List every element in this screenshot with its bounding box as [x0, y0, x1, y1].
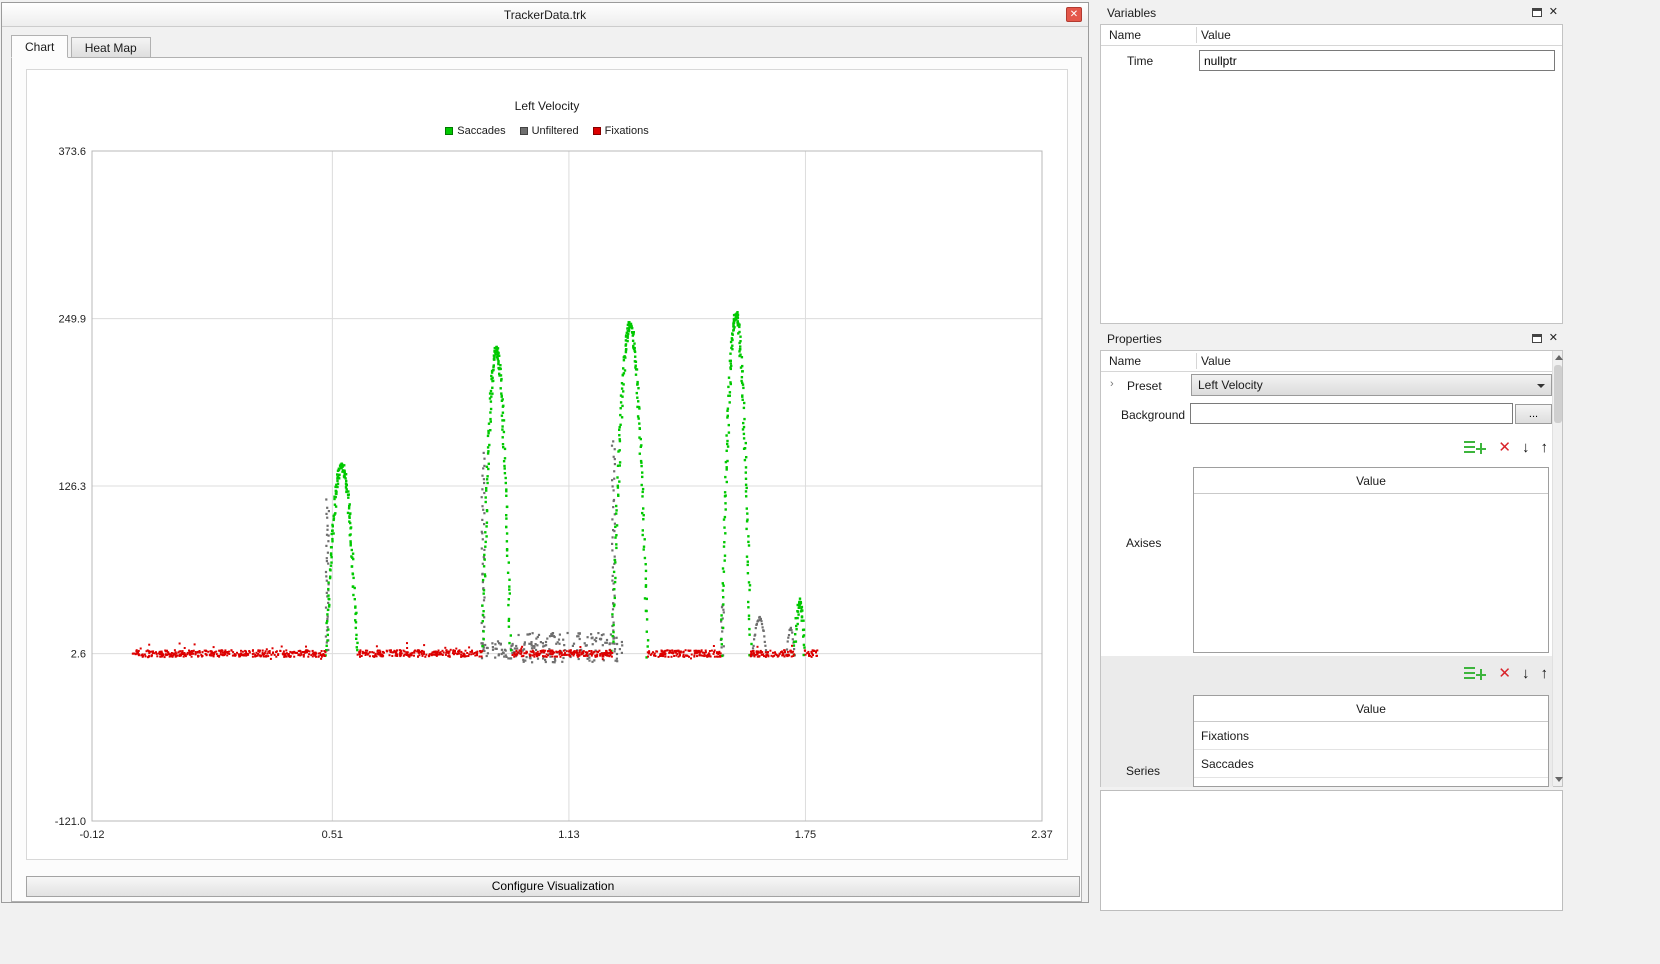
- properties-scrollbar[interactable]: [1552, 351, 1562, 786]
- tab-bar: Chart Heat Map: [11, 35, 150, 58]
- scroll-up-icon[interactable]: [1555, 355, 1563, 360]
- series-list-header: Value: [1194, 696, 1548, 722]
- column-divider[interactable]: [1196, 27, 1197, 43]
- add-item-icon[interactable]: [1464, 666, 1487, 682]
- variable-name-label: Time: [1127, 54, 1153, 68]
- add-item-icon[interactable]: [1464, 440, 1487, 456]
- move-up-icon[interactable]: ↑: [1541, 440, 1549, 456]
- unfiltered-swatch-icon: [520, 127, 528, 135]
- dock-float-icon[interactable]: [1532, 8, 1542, 17]
- legend-label: Unfiltered: [532, 125, 579, 137]
- svg-text:373.6: 373.6: [58, 146, 86, 158]
- dock-close-icon[interactable]: ✕: [1549, 333, 1558, 344]
- svg-text:1.13: 1.13: [558, 829, 579, 841]
- chart-title: Left Velocity: [27, 99, 1067, 113]
- preset-label: Preset: [1127, 379, 1162, 393]
- saccades-swatch-icon: [445, 127, 453, 135]
- window-titlebar[interactable]: TrackerData.trk ✕: [2, 3, 1088, 27]
- move-down-icon[interactable]: ↓: [1522, 666, 1530, 682]
- series-label: Series: [1126, 764, 1160, 778]
- svg-text:249.9: 249.9: [58, 314, 86, 326]
- svg-text:0.51: 0.51: [322, 829, 343, 841]
- configure-visualization-button[interactable]: Configure Visualization: [26, 876, 1080, 897]
- axises-toolbar: ✕ ↓ ↑: [1464, 439, 1548, 457]
- axises-list[interactable]: Value: [1193, 467, 1549, 653]
- window-title: TrackerData.trk: [2, 8, 1088, 22]
- svg-text:-0.12: -0.12: [79, 829, 104, 841]
- variables-panel-title: Variables: [1107, 6, 1156, 20]
- dock-close-icon[interactable]: ✕: [1549, 7, 1558, 18]
- fixations-swatch-icon: [593, 127, 601, 135]
- properties-table: Name Value › Preset Left Velocity Backgr…: [1100, 350, 1563, 787]
- axises-label: Axises: [1126, 536, 1161, 550]
- legend-label: Fixations: [605, 125, 649, 137]
- background-input[interactable]: [1190, 403, 1513, 424]
- column-header-value: Value: [1201, 28, 1231, 42]
- properties-panel: Properties ✕ Name Value › Preset Left Ve…: [1100, 328, 1563, 788]
- column-divider[interactable]: [1196, 353, 1197, 369]
- legend-item-saccades: Saccades: [445, 125, 505, 137]
- dock-float-icon[interactable]: [1532, 334, 1542, 343]
- scroll-down-icon[interactable]: [1555, 777, 1563, 782]
- chart-legend: Saccades Unfiltered Fixations: [27, 125, 1067, 137]
- tab-chart[interactable]: Chart: [11, 35, 68, 58]
- move-down-icon[interactable]: ↓: [1522, 440, 1530, 456]
- legend-item-fixations: Fixations: [593, 125, 649, 137]
- chevron-down-icon: [1537, 384, 1545, 388]
- background-browse-button[interactable]: ...: [1515, 404, 1552, 424]
- series-toolbar: ✕ ↓ ↑: [1464, 665, 1548, 683]
- svg-text:2.37: 2.37: [1031, 829, 1052, 841]
- document-window: TrackerData.trk ✕ Chart Heat Map Left Ve…: [1, 2, 1089, 903]
- properties-table-header: Name Value: [1101, 351, 1562, 372]
- axises-list-header: Value: [1194, 468, 1548, 494]
- variables-table-header: Name Value: [1101, 25, 1562, 46]
- svg-text:126.3: 126.3: [58, 481, 86, 493]
- tab-heat-map[interactable]: Heat Map: [71, 37, 151, 58]
- velocity-plot: 373.6 249.9 126.3 2.6 -121.0-0.12 0.51 1.13 1.7…: [27, 143, 1067, 859]
- background-label: Background: [1121, 408, 1185, 422]
- variables-panel: Variables ✕ Name Value Time: [1100, 2, 1563, 325]
- bottom-panel: [1100, 790, 1563, 911]
- legend-item-unfiltered: Unfiltered: [520, 125, 579, 137]
- move-up-icon[interactable]: ↑: [1541, 666, 1549, 682]
- delete-item-icon[interactable]: ✕: [1498, 666, 1511, 682]
- list-item[interactable]: Fixations: [1194, 722, 1548, 750]
- legend-label: Saccades: [457, 125, 505, 137]
- svg-text:1.75: 1.75: [795, 829, 816, 841]
- list-item[interactable]: Saccades: [1194, 750, 1548, 778]
- variables-panel-titlebar: Variables ✕: [1100, 2, 1563, 23]
- svg-text:2.6: 2.6: [71, 649, 86, 661]
- variables-table: Name Value Time: [1100, 24, 1563, 324]
- properties-panel-title: Properties: [1107, 332, 1162, 346]
- delete-item-icon[interactable]: ✕: [1498, 440, 1511, 456]
- column-header-name: Name: [1109, 354, 1141, 368]
- scrollbar-thumb[interactable]: [1554, 365, 1562, 423]
- time-value-input[interactable]: [1199, 50, 1555, 71]
- properties-panel-titlebar: Properties ✕: [1100, 328, 1563, 349]
- series-list: Value Fixations Saccades: [1193, 695, 1549, 787]
- column-header-name: Name: [1109, 28, 1141, 42]
- svg-text:-121.0: -121.0: [55, 816, 86, 828]
- column-header-value: Value: [1201, 354, 1231, 368]
- table-row: Time: [1101, 46, 1562, 73]
- chart-frame: Left Velocity Saccades Unfiltered Fixati…: [26, 69, 1068, 860]
- chevron-right-icon[interactable]: ›: [1110, 378, 1114, 390]
- chart-tab-page: Left Velocity Saccades Unfiltered Fixati…: [11, 57, 1082, 902]
- preset-combobox-value: Left Velocity: [1198, 378, 1263, 392]
- close-icon[interactable]: ✕: [1066, 7, 1082, 22]
- preset-combobox[interactable]: Left Velocity: [1191, 374, 1552, 396]
